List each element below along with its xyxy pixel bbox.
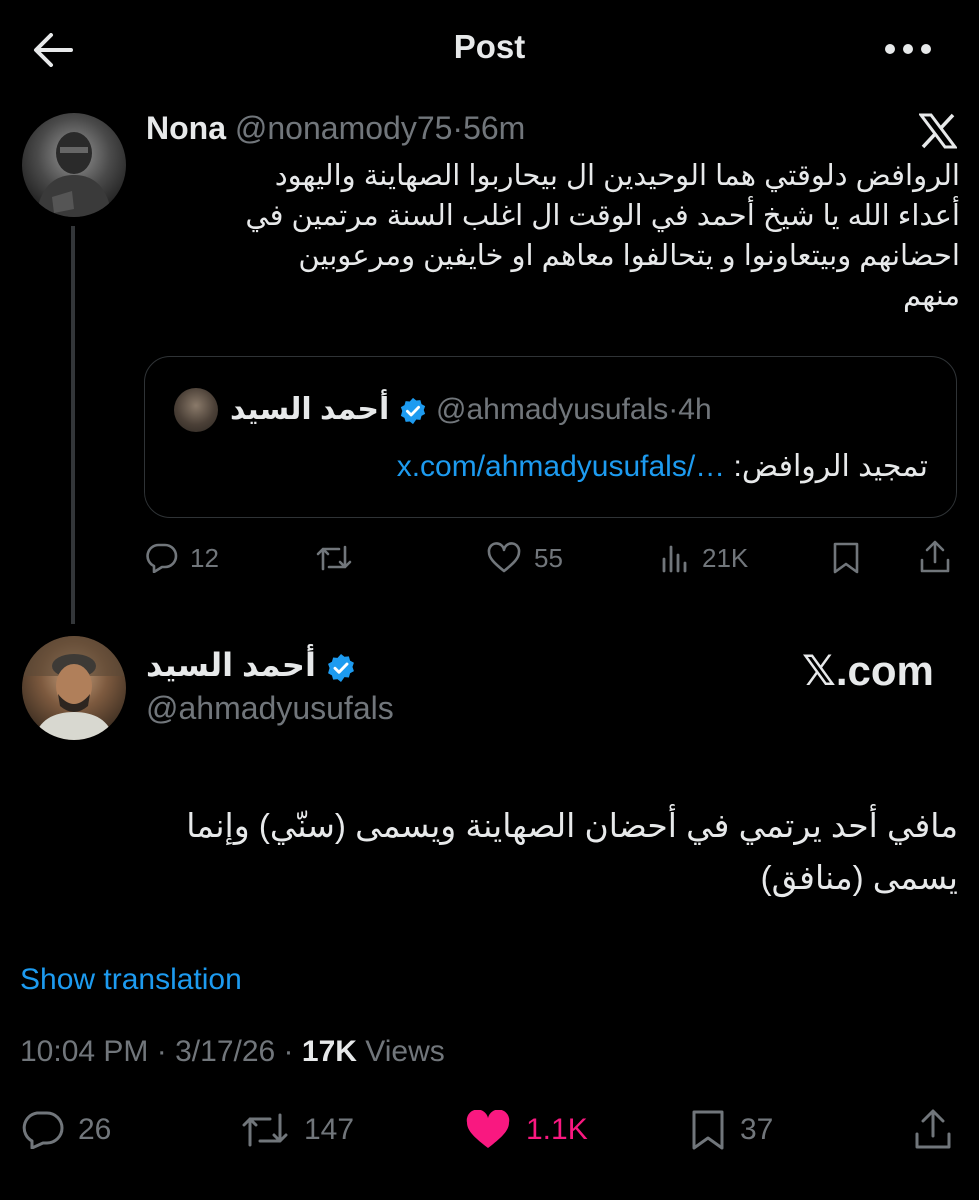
views-count: 17K — [301, 1035, 357, 1068]
post-header: Nona @nonamody75·56m — [146, 110, 525, 147]
heart-icon — [487, 542, 521, 573]
post-text-line: منهم — [903, 280, 960, 312]
post-text: مافي أحد يرتمي في أحضان الصهاينة ويسمى (… — [40, 800, 958, 904]
quoted-avatar[interactable] — [174, 388, 218, 432]
masked-person-avatar-icon — [36, 132, 112, 217]
reply-count: 12 — [190, 542, 219, 573]
post-text-line: احضانهم وبيتعاونوا و يتحالفوا معاهم او خ… — [298, 240, 960, 272]
more-horizontal-icon — [885, 44, 931, 54]
thread-line — [71, 226, 75, 624]
more-button[interactable] — [882, 34, 934, 64]
show-translation-link[interactable]: Show translation — [20, 963, 242, 997]
share-icon — [920, 540, 950, 573]
xcom-brand-label: 𝕏.com — [802, 647, 934, 694]
post-date[interactable]: 3/17/26 — [175, 1035, 275, 1068]
reply-button[interactable]: 26 — [20, 1110, 111, 1150]
quoted-header: أحمد السيد @ahmadyusufals·4h — [230, 392, 712, 427]
x-logo-icon — [916, 111, 960, 151]
author-handle[interactable]: @nonamody75 — [235, 110, 453, 146]
like-count: 1.1K — [526, 1113, 588, 1146]
post-time[interactable]: 56m — [463, 110, 525, 146]
quoted-post[interactable] — [144, 356, 957, 518]
person-avatar-icon — [22, 636, 126, 740]
separator: · — [452, 110, 464, 146]
quoted-text-label: تمجيد الروافض: — [733, 450, 928, 483]
bookmark-count: 37 — [740, 1113, 774, 1146]
like-button[interactable]: 1.1K — [464, 1110, 588, 1150]
like-button[interactable]: 55 — [486, 540, 563, 576]
reply-count: 26 — [78, 1113, 112, 1146]
share-button[interactable] — [910, 1106, 956, 1152]
verified-badge-icon — [327, 653, 354, 682]
reply-icon — [146, 543, 178, 573]
bookmark-button[interactable]: 37 — [690, 1110, 773, 1150]
quoted-author-handle[interactable]: @ahmadyusufals — [436, 393, 668, 426]
quoted-link[interactable]: x.com/ahmadyusufals/… — [397, 450, 725, 483]
bookmark-button[interactable] — [828, 540, 864, 576]
separator: · — [668, 393, 679, 426]
repost-icon — [242, 1113, 288, 1147]
post-text: الروافض دلوقتي هما الوحيدين ال بيحاربوا … — [140, 156, 960, 316]
verified-badge-icon — [400, 397, 425, 425]
post-text-line: مافي أحد يرتمي في أحضان الصهاينة ويسمى (… — [186, 807, 958, 844]
post-meta: 10:04 PM · 3/17/26 · 17K Views — [20, 1035, 445, 1069]
avatar[interactable] — [22, 636, 126, 740]
bookmark-icon — [692, 1110, 724, 1150]
views-count: 21K — [702, 542, 749, 573]
main-author-row: أحمد السيد — [146, 646, 357, 684]
post-text-line: يسمى (منافق) — [760, 859, 958, 896]
post-text-line: الروافض دلوقتي هما الوحيدين ال بيحاربوا … — [274, 160, 960, 192]
separator: · — [156, 1035, 167, 1068]
views-label: Views — [365, 1035, 445, 1068]
quoted-author-name[interactable]: أحمد السيد — [230, 393, 389, 426]
share-icon — [915, 1109, 951, 1149]
reply-button[interactable]: 12 — [146, 540, 219, 576]
share-button[interactable] — [916, 538, 954, 576]
repost-button[interactable] — [315, 540, 353, 576]
repost-count: 147 — [304, 1113, 355, 1146]
quoted-post-time: 4h — [678, 393, 712, 426]
heart-filled-icon — [466, 1110, 510, 1148]
reply-icon — [22, 1111, 64, 1149]
author-name[interactable]: أحمد السيد — [146, 647, 316, 683]
views-chart-icon — [662, 545, 687, 573]
author-handle[interactable]: @ahmadyusufals — [146, 690, 394, 727]
repost-icon — [316, 545, 352, 571]
bookmark-icon — [833, 542, 859, 574]
like-count: 55 — [534, 542, 563, 573]
repost-button[interactable]: 147 — [240, 1110, 354, 1150]
page-title: Post — [453, 28, 526, 65]
post-text-line: أعداء الله يا شيخ أحمد في الوقت ال اغلب … — [245, 200, 960, 232]
post-time[interactable]: 10:04 PM — [20, 1035, 148, 1068]
views-button[interactable]: 21K — [660, 540, 748, 576]
separator: · — [283, 1035, 294, 1068]
avatar[interactable] — [22, 113, 126, 217]
author-name[interactable]: Nona — [146, 110, 226, 146]
quoted-text: تمجيد الروافض: x.com/ahmadyusufals/… — [170, 449, 928, 484]
